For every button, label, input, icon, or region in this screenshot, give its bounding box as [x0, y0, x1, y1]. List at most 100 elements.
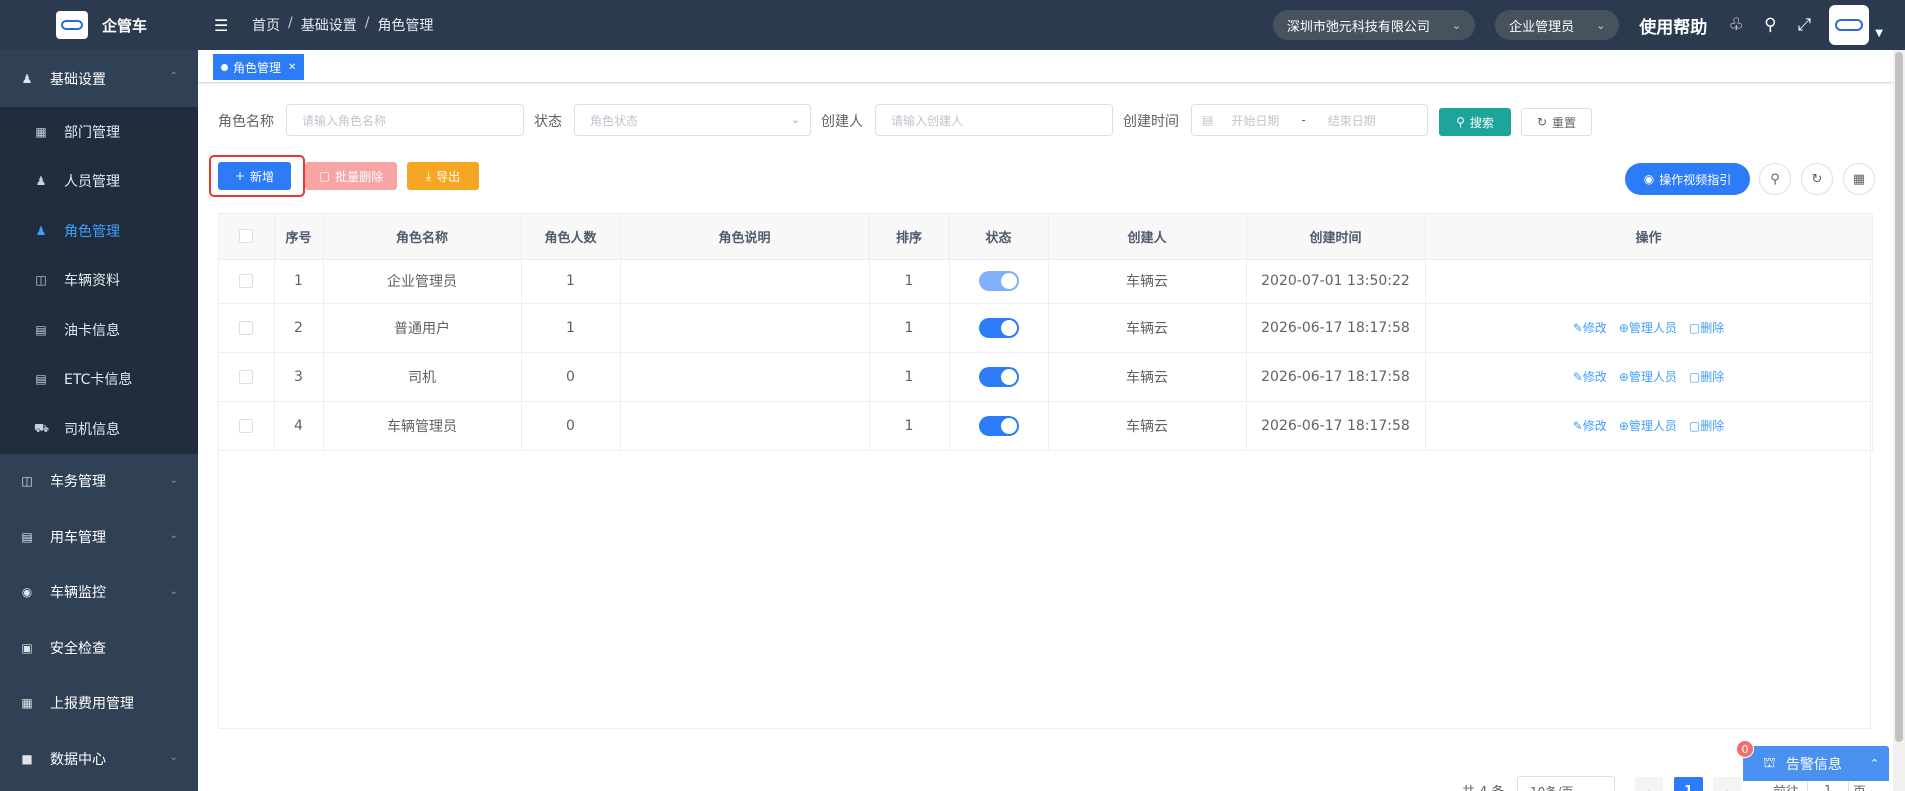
- menu-group-basic-settings[interactable]: ♟ 基础设置 ⌃: [0, 50, 198, 107]
- sidebar-item-label: 角色管理: [64, 223, 120, 240]
- export-button[interactable]: ⤓ 导出: [407, 162, 479, 190]
- menu-group-safety-check[interactable]: ▣ 安全检查: [0, 620, 198, 676]
- tag-role-management[interactable]: 角色管理 ✕: [213, 54, 305, 80]
- role-select[interactable]: 企业管理员 ⌄: [1495, 10, 1620, 40]
- alert-panel[interactable]: ⛫ 告警信息 ⌃: [1743, 746, 1889, 781]
- reset-button[interactable]: ↻ 重置: [1521, 108, 1592, 136]
- menu-group-vehicle-use[interactable]: ▤ 用车管理 ⌄: [0, 509, 198, 565]
- start-date-input[interactable]: 开始日期: [1231, 112, 1279, 129]
- search-icon: ⚲: [1770, 171, 1780, 187]
- car-logo-icon: [56, 11, 88, 39]
- pagination-total: 共 4 条: [1462, 781, 1505, 791]
- menu-group-label: 车辆监控: [50, 585, 106, 602]
- row-checkbox[interactable]: [239, 369, 254, 384]
- menu-group-vehicle-monitor[interactable]: ◉ 车辆监控 ⌄: [0, 565, 198, 621]
- next-page-button[interactable]: ›: [1713, 777, 1741, 791]
- delete-link[interactable]: ▢删除: [1689, 368, 1724, 385]
- chevron-up-icon[interactable]: ⌃: [1870, 757, 1879, 770]
- sidebar-item-department[interactable]: ▦ 部门管理: [0, 107, 198, 157]
- role-sort: 1: [869, 303, 950, 353]
- search-icon[interactable]: ⚲: [1761, 15, 1779, 35]
- status-switch[interactable]: [978, 415, 1019, 436]
- role-sort: 1: [869, 259, 950, 304]
- end-date-input[interactable]: 结束日期: [1328, 112, 1376, 129]
- breadcrumb-basic-settings[interactable]: 基础设置: [301, 15, 357, 35]
- video-guide-button[interactable]: ◉ 操作视频指引: [1625, 163, 1750, 195]
- person-icon: ♟: [35, 174, 47, 189]
- sidebar-item-etc-card[interactable]: ▤ ETC卡信息: [0, 355, 198, 405]
- delete-link[interactable]: ▢删除: [1689, 417, 1724, 434]
- status-switch: [978, 271, 1019, 291]
- help-link[interactable]: 使用帮助: [1639, 13, 1707, 38]
- manage-staff-link[interactable]: ⊕管理人员: [1619, 368, 1677, 385]
- status-switch[interactable]: [978, 366, 1019, 387]
- create-time-label: 创建时间: [1123, 114, 1179, 130]
- date-range-picker[interactable]: ▤ 开始日期 - 结束日期: [1191, 104, 1428, 136]
- role-icon: ♟: [35, 223, 47, 238]
- batch-delete-button[interactable]: ▢ 批量删除: [305, 162, 397, 190]
- toggle-search-button[interactable]: ⚲: [1759, 163, 1791, 195]
- select-all-checkbox[interactable]: [239, 229, 254, 244]
- role-desc: [620, 303, 870, 353]
- prev-page-button[interactable]: ‹: [1635, 777, 1663, 791]
- active-dot-icon: [221, 63, 228, 71]
- sidebar-item-label: ETC卡信息: [64, 372, 133, 389]
- status-switch[interactable]: [978, 317, 1019, 338]
- car-icon: ⛟: [34, 420, 50, 435]
- edit-link[interactable]: ✎修改: [1573, 417, 1607, 434]
- grid-icon: ▦: [1852, 171, 1866, 187]
- tag-label: 角色管理: [233, 60, 282, 75]
- breadcrumb-current: 角色管理: [377, 18, 434, 34]
- refresh-button[interactable]: ↻: [1801, 163, 1833, 195]
- search-icon: ⚲: [1456, 115, 1465, 129]
- fullscreen-icon[interactable]: ⤢: [1795, 15, 1813, 35]
- column-header: 角色人数: [521, 214, 621, 260]
- role-create-time: 2026-06-17 18:17:58: [1246, 303, 1426, 353]
- row-checkbox[interactable]: [239, 418, 254, 433]
- search-button[interactable]: ⚲ 搜索: [1439, 108, 1511, 136]
- close-icon[interactable]: ✕: [288, 62, 296, 73]
- goto-label: 前往: [1773, 781, 1799, 791]
- sidebar-item-driver[interactable]: ⛟ 司机信息: [0, 404, 198, 454]
- delete-label: 删除: [1700, 419, 1725, 433]
- status-select[interactable]: 角色状态 ⌄: [574, 104, 811, 136]
- sidebar-item-fuel-card[interactable]: ▤ 油卡信息: [0, 305, 198, 355]
- role-name: 车辆管理员: [323, 401, 522, 451]
- edit-icon: ✎: [1572, 370, 1583, 384]
- ops-cell: [1425, 259, 1873, 304]
- sidebar-item-role[interactable]: ♟ 角色管理: [0, 206, 198, 256]
- menu-toggle-icon[interactable]: ☰: [214, 16, 234, 35]
- page-scrollbar-thumb[interactable]: [1895, 52, 1903, 742]
- avatar[interactable]: [1829, 5, 1870, 45]
- manage-staff-link[interactable]: ⊕管理人员: [1619, 417, 1677, 434]
- tags-view: 角色管理 ✕: [198, 50, 1893, 83]
- manage-label: 管理人员: [1628, 419, 1677, 433]
- caret-down-icon[interactable]: ▼: [1875, 28, 1883, 39]
- app-logo[interactable]: 企管车: [0, 0, 198, 50]
- chevron-down-icon: ⌄: [169, 530, 178, 541]
- plus-circle-icon: ⊕: [1618, 321, 1629, 335]
- ops-cell: ✎修改 ⊕管理人员 ▢删除: [1425, 303, 1873, 353]
- chevron-up-icon: ⌃: [169, 71, 178, 82]
- menu-group-vehicle-affairs[interactable]: ◫ 车务管理 ⌄: [0, 454, 198, 510]
- edit-link[interactable]: ✎修改: [1573, 368, 1607, 385]
- manage-staff-link[interactable]: ⊕管理人员: [1619, 319, 1677, 336]
- row-checkbox[interactable]: [239, 274, 254, 288]
- edit-link[interactable]: ✎修改: [1573, 319, 1607, 336]
- bell-icon[interactable]: ♧: [1727, 15, 1745, 35]
- row-checkbox[interactable]: [239, 320, 254, 335]
- page-size-select[interactable]: 10条/页: [1517, 776, 1615, 791]
- creator-input[interactable]: 请输入创建人: [875, 104, 1113, 136]
- role-name-input[interactable]: 请输入角色名称: [286, 104, 524, 136]
- columns-button[interactable]: ▦: [1843, 163, 1875, 195]
- page-number[interactable]: 1: [1674, 777, 1703, 791]
- breadcrumb-home[interactable]: 首页: [252, 15, 280, 35]
- breadcrumb: 首页 / 基础设置 / 角色管理: [252, 15, 433, 35]
- column-header: 角色说明: [620, 214, 870, 260]
- sidebar-item-vehicle[interactable]: ◫ 车辆资料: [0, 256, 198, 306]
- menu-group-data-center[interactable]: ■ 数据中心 ⌄: [0, 731, 198, 787]
- delete-link[interactable]: ▢删除: [1689, 319, 1724, 336]
- menu-group-expense-report[interactable]: ▦ 上报费用管理: [0, 676, 198, 732]
- company-select[interactable]: 深圳市弛元科技有限公司 ⌄: [1272, 10, 1476, 40]
- sidebar-item-staff[interactable]: ♟ 人员管理: [0, 157, 198, 207]
